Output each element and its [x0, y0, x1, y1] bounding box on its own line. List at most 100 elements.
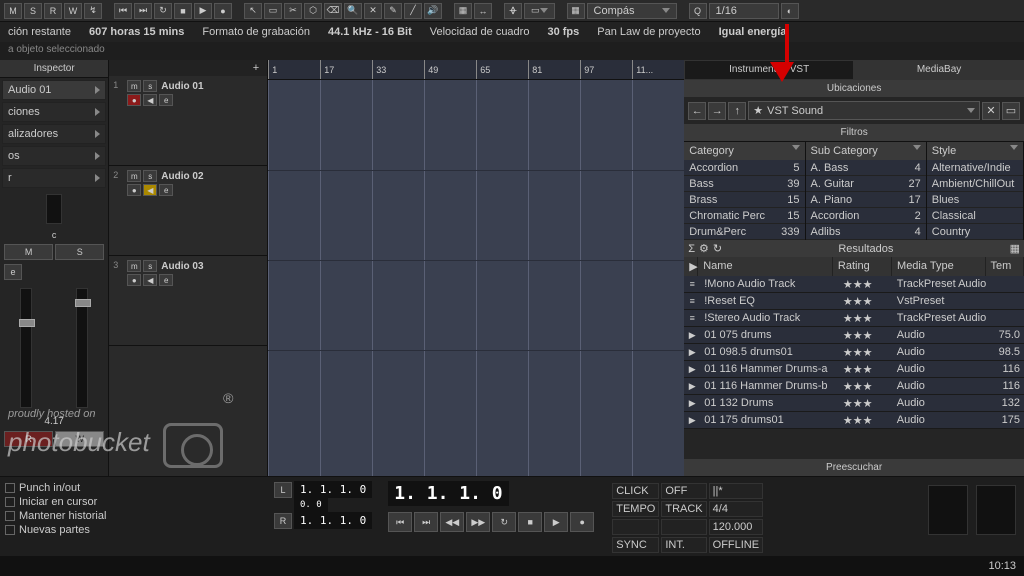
track-mute[interactable]: m: [127, 80, 141, 92]
result-row[interactable]: ≡!Mono Audio Track★★★TrackPreset Audio: [684, 276, 1024, 293]
left-locator[interactable]: 1. 1. 1. 0: [294, 481, 372, 498]
tempo-track[interactable]: TRACK: [661, 501, 706, 517]
style-column-header[interactable]: Style: [927, 142, 1023, 160]
track-monitor[interactable]: ◀: [143, 184, 157, 196]
track-solo[interactable]: s: [143, 80, 157, 92]
cursor-checkbox[interactable]: [5, 497, 15, 507]
erase-tool-icon[interactable]: ⌫: [324, 3, 342, 19]
grid-icon[interactable]: ▦: [567, 3, 585, 19]
track[interactable]: 1msAudio 01●◀e: [109, 76, 267, 166]
inspector-track-header[interactable]: Audio 01: [2, 80, 106, 100]
category-item[interactable]: Bass39: [684, 176, 804, 192]
col-name[interactable]: Name: [698, 257, 833, 276]
goto-end-icon[interactable]: ⏭: [414, 512, 438, 532]
snap-type-select[interactable]: ▭: [524, 3, 555, 19]
result-row[interactable]: ▶01 098.5 drums01★★★Audio98.5: [684, 344, 1024, 361]
grid-type-select[interactable]: Compás: [587, 3, 677, 19]
style-item[interactable]: Country: [927, 224, 1023, 240]
track-edit[interactable]: e: [159, 94, 173, 106]
edit-button[interactable]: e: [4, 264, 22, 280]
refresh-icon[interactable]: ↻: [713, 242, 722, 255]
locator-l[interactable]: L: [274, 482, 292, 498]
subcategory-item[interactable]: Adlibs4: [806, 224, 926, 240]
hist-checkbox[interactable]: [5, 511, 15, 521]
category-item[interactable]: Accordion5: [684, 160, 804, 176]
col-rating[interactable]: Rating: [833, 257, 892, 276]
click-value[interactable]: OFF: [661, 483, 706, 499]
track-solo[interactable]: s: [143, 170, 157, 182]
subcategory-item[interactable]: A. Bass4: [806, 160, 926, 176]
subcategory-column-header[interactable]: Sub Category: [806, 142, 926, 160]
timesig-value[interactable]: 4/4: [709, 501, 763, 517]
write-button[interactable]: W: [55, 431, 104, 447]
rewind-end-icon[interactable]: ⏭: [134, 3, 152, 19]
subcategory-item[interactable]: Accordion2: [806, 208, 926, 224]
clear-icon[interactable]: ✕: [982, 102, 1000, 120]
track-record[interactable]: ●: [127, 94, 141, 106]
locator-r[interactable]: R: [274, 513, 292, 529]
category-item[interactable]: Drum&Perc339: [684, 224, 804, 240]
record-transport-icon[interactable]: ●: [570, 512, 594, 532]
fader-left[interactable]: [20, 288, 32, 408]
add-track-button[interactable]: +: [109, 60, 267, 76]
inspector-section[interactable]: alizadores: [2, 124, 106, 144]
punch-checkbox[interactable]: [5, 483, 15, 493]
solo-button[interactable]: S: [55, 244, 104, 260]
sub-locator[interactable]: 0. 0: [294, 498, 328, 512]
snap-icon[interactable]: ᚖ: [504, 3, 522, 19]
result-row[interactable]: ▶01 116 Hammer Drums-b★★★Audio116: [684, 378, 1024, 395]
msrw-s[interactable]: S: [24, 3, 42, 19]
subcategory-item[interactable]: A. Guitar27: [806, 176, 926, 192]
style-item[interactable]: Classical: [927, 208, 1023, 224]
msrw-w[interactable]: W: [64, 3, 82, 19]
track-record[interactable]: ●: [127, 184, 141, 196]
col-mediatype[interactable]: Media Type: [892, 257, 985, 276]
location-field[interactable]: ★ VST Sound: [748, 101, 980, 120]
goto-start-icon[interactable]: ⏮: [388, 512, 412, 532]
split-tool-icon[interactable]: ✂: [284, 3, 302, 19]
draw-tool-icon[interactable]: ✎: [384, 3, 402, 19]
automation-icon[interactable]: ↯: [84, 3, 102, 19]
inspector-section[interactable]: ciones: [2, 102, 106, 122]
arranger-area[interactable]: 117334965819711...: [268, 60, 684, 476]
sync-label[interactable]: SYNC: [612, 537, 659, 553]
msrw-r[interactable]: R: [44, 3, 62, 19]
tempo-value[interactable]: 120.000: [709, 519, 763, 535]
nuevas-checkbox[interactable]: [5, 525, 15, 535]
cycle-transport-icon[interactable]: ↻: [492, 512, 516, 532]
up-icon[interactable]: ↑: [728, 102, 746, 120]
play-transport-icon[interactable]: ▶: [544, 512, 568, 532]
mute-tool-icon[interactable]: ✕: [364, 3, 382, 19]
subcategory-item[interactable]: A. Piano17: [806, 192, 926, 208]
fader-right[interactable]: [76, 288, 88, 408]
line-tool-icon[interactable]: ╱: [404, 3, 422, 19]
sync-status[interactable]: OFFLINE: [709, 537, 763, 553]
col-icon[interactable]: ▶: [684, 257, 698, 276]
track-mute[interactable]: m: [127, 260, 141, 272]
stop-transport-icon[interactable]: ■: [518, 512, 542, 532]
sigma-icon[interactable]: Σ: [688, 243, 695, 255]
track-record[interactable]: ●: [127, 274, 141, 286]
zoom-tool-icon[interactable]: 🔍: [344, 3, 362, 19]
style-item[interactable]: Blues: [927, 192, 1023, 208]
col-tempo[interactable]: Tem: [986, 257, 1024, 276]
track[interactable]: 2msAudio 02●◀e: [109, 166, 267, 256]
quantize-apply-icon[interactable]: ◐: [781, 3, 799, 19]
result-row[interactable]: ▶01 175 drums01★★★Audio175: [684, 412, 1024, 429]
color-tool-icon[interactable]: ▦: [454, 3, 472, 19]
click-label[interactable]: CLICK: [612, 483, 659, 499]
gear-icon[interactable]: ⚙: [699, 242, 709, 255]
timeline-ruler[interactable]: 117334965819711...: [268, 60, 684, 80]
result-row[interactable]: ▶01 132 Drums★★★Audio132: [684, 395, 1024, 412]
track-edit[interactable]: e: [159, 274, 173, 286]
main-time-display[interactable]: 1. 1. 1. 0: [388, 481, 508, 506]
track-edit[interactable]: e: [159, 184, 173, 196]
track-monitor[interactable]: ◀: [143, 274, 157, 286]
play-tool-icon[interactable]: 🔊: [424, 3, 442, 19]
back-icon[interactable]: ←: [688, 102, 706, 120]
play-icon[interactable]: ▶: [194, 3, 212, 19]
result-row[interactable]: ▶01 116 Hammer Drums-a★★★Audio116: [684, 361, 1024, 378]
style-item[interactable]: Alternative/Indie: [927, 160, 1023, 176]
rewind-icon[interactable]: ◀◀: [440, 512, 464, 532]
nudge-icon[interactable]: ↔: [474, 3, 492, 19]
